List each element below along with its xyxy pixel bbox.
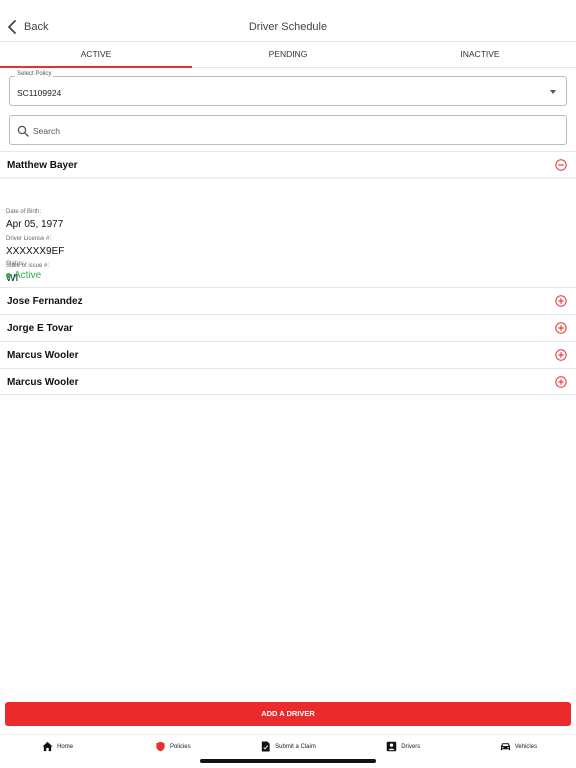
person-icon (386, 741, 397, 752)
driver-name: Marcus Wooler (7, 377, 79, 388)
tab-inactive[interactable]: INACTIVE (384, 42, 576, 67)
bottom-nav: Home Policies Submit a Claim Drivers Veh… (0, 734, 576, 758)
add-driver-button[interactable]: ADD A DRIVER (5, 702, 571, 726)
nav-home[interactable]: Home (0, 735, 115, 758)
car-icon (500, 743, 510, 751)
driver-row[interactable]: Jorge E Tovar (0, 314, 576, 341)
header: Back Driver Schedule (0, 0, 576, 42)
expand-icon[interactable] (555, 322, 567, 334)
nav-drivers[interactable]: Drivers (346, 735, 461, 758)
expand-icon[interactable] (555, 295, 567, 307)
nav-submit-claim-label: Submit a Claim (275, 743, 316, 750)
nav-home-label: Home (57, 743, 74, 750)
search-field[interactable]: Search (9, 115, 567, 145)
page-title: Driver Schedule (248, 21, 328, 33)
dropdown-arrow-icon (550, 90, 556, 94)
license-label: Driver License #: (6, 236, 52, 242)
nav-vehicles[interactable]: Vehicles (461, 735, 576, 758)
nav-submit-claim[interactable]: Submit a Claim (230, 735, 345, 758)
driver-row[interactable]: Marcus Wooler (0, 368, 576, 395)
policy-select-label: Select Policy (15, 71, 54, 77)
driver-row[interactable]: Jose Fernandez (0, 287, 576, 314)
nav-policies[interactable]: Policies (115, 735, 230, 758)
expand-icon[interactable] (555, 349, 567, 361)
dob-value: Apr 05, 1977 (6, 219, 64, 230)
status-label: Status: (6, 261, 25, 267)
tab-active[interactable]: ACTIVE (0, 42, 192, 68)
driver-name: Marcus Wooler (7, 350, 79, 361)
status-badge: Active (6, 270, 41, 281)
driver-name: Jose Fernandez (7, 296, 83, 307)
document-icon (261, 741, 270, 752)
dob-label: Date of Birth: (6, 209, 42, 215)
driver-details: Date of Birth: Apr 05, 1977 Driver Licen… (0, 178, 576, 287)
nav-vehicles-label: Vehicles (514, 743, 538, 750)
policy-select-value: SC1109924 (17, 88, 62, 98)
status-value: Active (14, 270, 42, 281)
search-input[interactable]: Search (33, 126, 60, 136)
driver-name: Matthew Bayer (7, 160, 78, 171)
nav-policies-label: Policies (169, 743, 191, 750)
license-value: XXXXXX9EF (6, 246, 65, 257)
driver-name: Jorge E Tovar (7, 323, 73, 334)
status-tabs: ACTIVE PENDING INACTIVE (0, 42, 576, 68)
home-indicator (200, 759, 376, 763)
driver-row[interactable]: Marcus Wooler (0, 341, 576, 368)
collapse-icon[interactable] (555, 159, 567, 171)
policy-select[interactable]: Select Policy SC1109924 (9, 71, 567, 106)
nav-drivers-label: Drivers (401, 743, 421, 750)
tab-pending[interactable]: PENDING (192, 42, 384, 67)
driver-row[interactable]: Matthew Bayer (0, 151, 576, 178)
search-icon (17, 125, 29, 137)
driver-list: Matthew Bayer Date of Birth: Apr 05, 197… (0, 151, 576, 395)
status-dot (6, 273, 11, 278)
home-icon (42, 741, 53, 752)
shield-icon (156, 741, 165, 752)
expand-icon[interactable] (555, 376, 567, 388)
